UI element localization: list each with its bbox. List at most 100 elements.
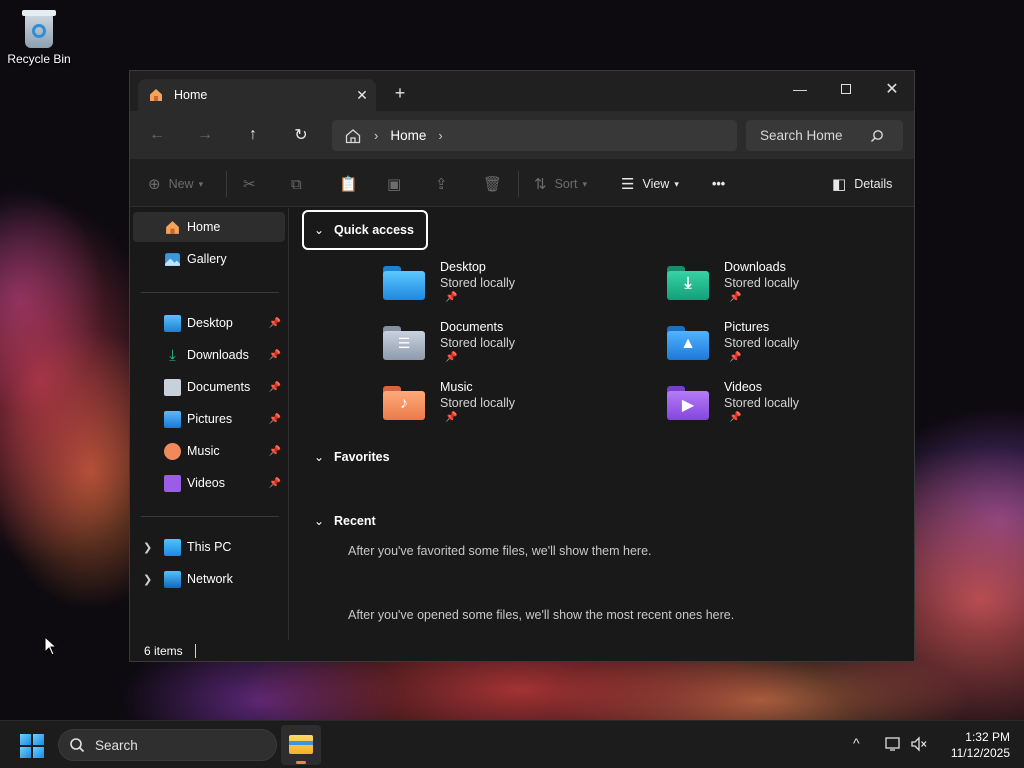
quick-access-name: Documents: [440, 320, 504, 334]
taskbar-file-explorer[interactable]: [281, 725, 321, 765]
recent-title: Recent: [334, 514, 376, 528]
chevron-down-icon: ▾: [674, 178, 679, 189]
recent-empty-note: After you've opened some files, we'll sh…: [348, 608, 735, 622]
back-button[interactable]: ←: [145, 123, 169, 147]
sidebar-item-label: Music: [187, 444, 220, 458]
recycle-bin-icon: [21, 8, 57, 48]
pictures-icon: [164, 410, 181, 428]
breadcrumb-home[interactable]: Home: [390, 128, 426, 143]
sidebar-item-downloads[interactable]: ⤓ Downloads 📌: [133, 340, 285, 370]
desktop-icon-label: Recycle Bin: [7, 52, 71, 66]
network-tray-icon[interactable]: [884, 736, 902, 752]
maximize-button[interactable]: [823, 75, 869, 103]
sidebar-item-network[interactable]: ❯ Network: [133, 564, 285, 594]
more-options-button[interactable]: •••: [712, 173, 725, 195]
sidebar-item-label: Downloads: [187, 348, 249, 362]
sidebar-item-label: Desktop: [187, 316, 233, 330]
search-box[interactable]: [746, 120, 903, 151]
volume-muted-icon[interactable]: [910, 736, 928, 752]
delete-icon: 🗑: [483, 176, 503, 193]
pin-icon: 📌: [445, 292, 458, 303]
view-button[interactable]: ☰ View ▾: [621, 173, 679, 195]
quick-access-sub: Stored locally: [724, 396, 800, 410]
expand-chevron-icon[interactable]: ❯: [143, 573, 152, 586]
search-icon: [70, 738, 85, 753]
downloads-icon: ⤓: [169, 346, 176, 364]
rename-button[interactable]: ▣: [387, 173, 409, 195]
sidebar-item-gallery[interactable]: Gallery: [133, 244, 285, 274]
quick-access-name: Desktop: [440, 260, 486, 274]
new-tab-button[interactable]: +: [390, 83, 410, 104]
this-pc-icon: [164, 538, 181, 556]
sidebar-item-music[interactable]: Music 📌: [133, 436, 285, 466]
sidebar-item-documents[interactable]: Documents 📌: [133, 372, 285, 402]
quick-access-downloads[interactable]: ⤓ Downloads Stored locally 📌: [667, 260, 907, 318]
expand-chevron-icon[interactable]: ❯: [143, 541, 152, 554]
quick-access-videos[interactable]: ▶ Videos Stored locally 📌: [667, 380, 907, 438]
add-icon: ⊕: [148, 176, 161, 193]
quick-access-name: Pictures: [724, 320, 770, 334]
pictures-folder-icon: ▲: [667, 326, 709, 360]
refresh-button[interactable]: ↻: [289, 123, 313, 147]
quick-access-name: Music: [440, 380, 473, 394]
sidebar-item-label: Videos: [187, 476, 225, 490]
sidebar-item-videos[interactable]: Videos 📌: [133, 468, 285, 498]
new-button[interactable]: ⊕ New ▾: [148, 173, 203, 195]
desktop-icon-recycle-bin[interactable]: Recycle Bin: [6, 8, 72, 66]
mouse-cursor-icon: [44, 636, 58, 656]
quick-access-sub: Stored locally: [440, 276, 516, 290]
up-button[interactable]: ↑: [241, 123, 265, 147]
forward-button[interactable]: →: [193, 123, 217, 147]
chevron-down-icon: ⌄: [313, 450, 325, 464]
minimize-button[interactable]: —: [777, 75, 823, 103]
delete-button[interactable]: 🗑: [483, 173, 510, 195]
chevron-right-icon[interactable]: ›: [374, 128, 378, 143]
quick-access-pictures[interactable]: ▲ Pictures Stored locally 📌: [667, 320, 907, 378]
favorites-header[interactable]: ⌄ Favorites: [304, 439, 390, 475]
chevron-down-icon: ▾: [198, 178, 204, 189]
quick-access-desktop[interactable]: Desktop Stored locally 📌: [383, 260, 623, 318]
pin-icon: 📌: [729, 292, 742, 303]
sidebar-item-pictures[interactable]: Pictures 📌: [133, 404, 285, 434]
status-bar: 6 items: [130, 640, 914, 662]
taskbar-search[interactable]: Search: [58, 729, 277, 761]
close-tab-icon[interactable]: ✕: [348, 87, 376, 104]
address-bar[interactable]: › Home ›: [332, 120, 737, 151]
sidebar-item-this-pc[interactable]: ❯ This PC: [133, 532, 285, 562]
copy-button[interactable]: ⧉: [291, 173, 310, 195]
share-button[interactable]: ⇪: [435, 173, 456, 195]
rename-icon: ▣: [387, 176, 402, 193]
chevron-right-icon[interactable]: ›: [438, 128, 442, 143]
sort-button[interactable]: ⇅ Sort ▾: [534, 173, 587, 195]
show-hidden-icons-button[interactable]: ^: [853, 735, 860, 751]
music-folder-icon: ♪: [383, 386, 425, 420]
sort-label: Sort: [554, 177, 578, 191]
tab-home[interactable]: Home ✕: [138, 79, 376, 111]
quick-access-documents[interactable]: ☰ Documents Stored locally 📌: [383, 320, 623, 378]
quick-access-music[interactable]: ♪ Music Stored locally 📌: [383, 380, 623, 438]
sidebar-item-home[interactable]: Home: [133, 212, 285, 242]
pin-icon: 📌: [268, 349, 281, 361]
paste-button[interactable]: 📋: [339, 173, 366, 195]
recent-header[interactable]: ⌄ Recent: [304, 503, 376, 539]
cut-button[interactable]: ✂: [243, 173, 264, 195]
title-bar: Home ✕ + — ✕: [130, 71, 914, 111]
copy-icon: ⧉: [291, 175, 302, 193]
favorites-empty-note: After you've favorited some files, we'll…: [348, 544, 652, 558]
start-button[interactable]: [20, 734, 44, 758]
chevron-down-icon: ⌄: [313, 223, 325, 237]
search-icon: [870, 129, 883, 142]
videos-icon: [164, 474, 181, 492]
details-pane-icon: ◧: [832, 176, 847, 193]
close-window-button[interactable]: ✕: [869, 75, 915, 103]
sidebar-item-desktop[interactable]: Desktop 📌: [133, 308, 285, 338]
clock[interactable]: 1:32 PM 11/12/2025: [938, 729, 1010, 761]
sidebar-item-label: Network: [187, 572, 233, 586]
pin-icon: 📌: [268, 477, 281, 489]
home-icon: [166, 220, 179, 234]
details-label: Details: [854, 177, 893, 191]
quick-access-header[interactable]: ⌄ Quick access: [302, 210, 428, 250]
details-button[interactable]: ◧ Details: [832, 173, 892, 195]
quick-access-sub: Stored locally: [724, 336, 800, 350]
search-input[interactable]: [760, 128, 870, 143]
